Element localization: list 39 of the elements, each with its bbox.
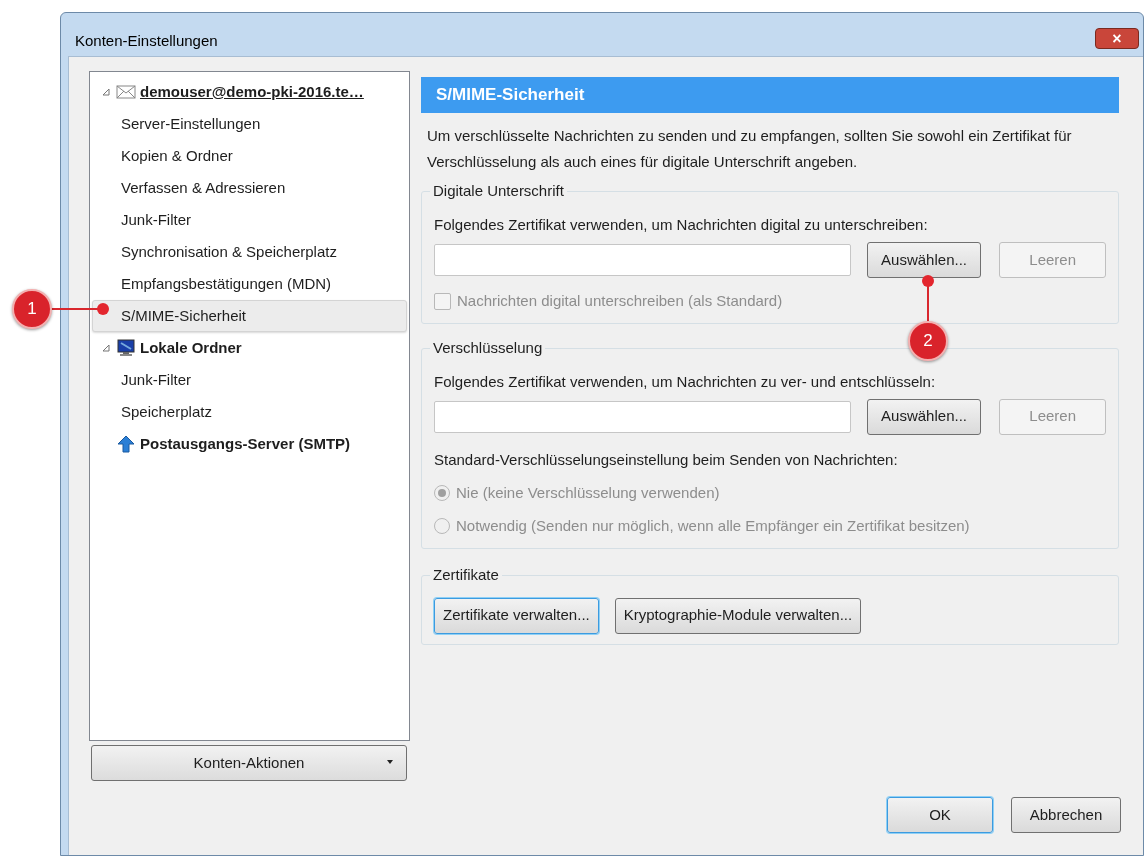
prompt-text: Folgendes Zertifikat verwenden, um Nachrichten digital zu unterschreiben: <box>434 215 929 235</box>
monitor-icon <box>116 339 136 357</box>
account-label: demouser@demo-pki-2016.te… <box>140 81 364 102</box>
sidebar-item[interactable]: Server-Einstellungen <box>92 108 407 140</box>
certificate-field[interactable] <box>434 244 851 276</box>
sidebar-item[interactable]: S/MIME-Sicherheit <box>92 300 407 332</box>
description-text: Um verschlüsselte Nachrichten zu senden und zu empfangen, sollten Sie sowohl ein Zertifikat für Verschlüsselung als auch eines für digitale Unterschrift angeben. <box>426 126 1073 172</box>
choose-button[interactable]: Auswählen... <box>866 398 982 435</box>
certificate-field[interactable] <box>434 400 851 433</box>
account-row[interactable]: Lokale Ordner <box>92 332 407 364</box>
window-title: Konten-Einstellungen <box>75 31 218 51</box>
sidebar-item[interactable]: Junk-Filter <box>92 364 407 396</box>
account-actions-button[interactable]: Konten-Aktionen <box>91 745 407 781</box>
default-setting-label: Standard-Verschlüsselungseinstellung beim Senden von Nachrichten: <box>434 449 899 470</box>
account-label: Lokale Ordner <box>140 337 242 358</box>
caret-icon <box>387 760 393 764</box>
sidebar-item[interactable]: Empfangsbestätigungen (MDN) <box>92 268 407 300</box>
ok-button[interactable]: OK <box>887 797 993 833</box>
account-label: Postausgangs-Server (SMTP) <box>140 433 351 454</box>
manage-button[interactable]: Zertifikate verwalten... <box>434 597 599 634</box>
manage-button[interactable]: Kryptographie-Module verwalten... <box>614 597 862 634</box>
close-button[interactable]: × <box>1095 28 1139 49</box>
account-row[interactable]: Postausgangs-Server (SMTP) <box>92 428 407 460</box>
callout-marker: 1 <box>12 289 52 329</box>
sidebar-item[interactable]: Speicherplatz <box>92 396 407 428</box>
checkbox-label: Nachrichten digital unterschreiben (als Standard) <box>457 291 783 311</box>
radio-label: Notwendig (Senden nur möglich, wenn alle Empfänger ein Zertifikat besitzen) <box>456 516 970 536</box>
sidebar-item[interactable]: Verfassen & Adressieren <box>92 172 407 204</box>
up-arrow-icon <box>116 435 136 453</box>
radio-label: Nie (keine Verschlüsselung verwenden) <box>456 482 720 503</box>
sidebar-item[interactable]: Junk-Filter <box>92 204 407 236</box>
prompt-text: Folgendes Zertifikat verwenden, um Nachrichten zu ver- und entschlüsseln: <box>434 371 937 392</box>
choose-button[interactable]: Auswählen... <box>866 242 982 278</box>
sidebar-item[interactable]: Kopien & Ordner <box>92 140 407 172</box>
panel-header: S/MIME-Sicherheit <box>421 77 1119 113</box>
cancel-button[interactable]: Abbrechen <box>1011 797 1121 833</box>
sidebar-item[interactable]: Synchronisation & Speicherplatz <box>92 236 407 268</box>
envelope-icon <box>116 83 136 101</box>
account-row[interactable]: demouser@demo-pki-2016.te… <box>92 76 407 108</box>
